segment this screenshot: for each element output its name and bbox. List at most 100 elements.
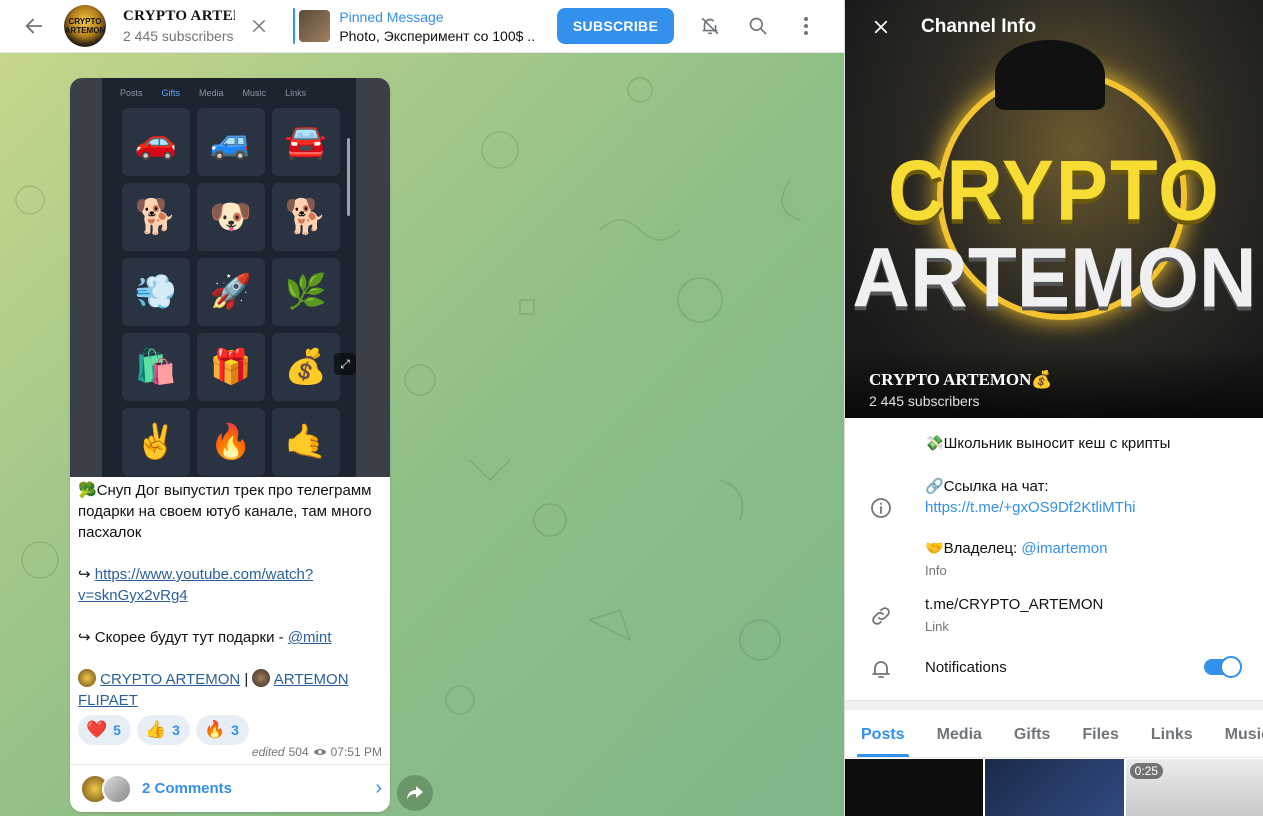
close-icon <box>253 20 265 32</box>
phone-tab: Media <box>199 88 224 98</box>
cover-subscribers: 2 445 subscribers <box>869 393 980 409</box>
rocket-gift-icon: 🚀 <box>197 258 265 326</box>
channel-title: CRYPTO ARTEMON <box>123 8 235 24</box>
tab-files[interactable]: Files <box>1066 711 1134 757</box>
pinned-message[interactable]: Pinned Message Photo, Эксперимент со 100… <box>293 8 535 44</box>
video-duration: 0:25 <box>1129 763 1164 779</box>
commenter-avatar <box>102 773 132 804</box>
message-paragraph: ↪ Скорее будут тут подарки - @mint <box>78 627 384 648</box>
dog-gift-icon: 🐕 <box>272 183 340 251</box>
screenshot-phone: Posts Gifts Media Music Links 🚗 🚙 🚘 🐕 🐶 … <box>102 78 356 477</box>
share-arrow-icon: ↪ <box>78 566 91 583</box>
reaction-heart[interactable]: ❤️ 5 <box>78 715 131 745</box>
gift-grid: 🚗 🚙 🚘 🐕 🐶 🐕 💨 🚀 🌿 🛍️ 🎁 💰 ✌️ 🔥 🤙 <box>122 108 340 476</box>
mute-button[interactable] <box>690 6 730 46</box>
expand-icon[interactable]: ⤢ <box>334 353 356 375</box>
youtube-link[interactable]: https://www.youtube.com/watch?v=sknGyx2v… <box>78 566 313 604</box>
reaction-thumbs-up[interactable]: 👍 3 <box>136 715 190 745</box>
comment-avatars <box>80 773 132 804</box>
post-thumbnail[interactable] <box>985 759 1124 816</box>
dog-gift-icon: 🐶 <box>197 183 265 251</box>
close-pinned-button[interactable] <box>239 6 279 46</box>
dog-gift-icon: 🐕 <box>122 183 190 251</box>
bag-gift-icon: 🎁 <box>197 333 265 401</box>
owner-label: 🤝Владелец: <box>925 540 1022 557</box>
phone-tab: Music <box>242 88 267 98</box>
phone-tab: Gifts <box>161 88 181 98</box>
subscribe-button[interactable]: SUBSCRIBE <box>557 8 674 44</box>
reaction-fire[interactable]: 🔥 3 <box>195 715 249 745</box>
comments-button[interactable]: 2 Comments › <box>70 764 390 812</box>
panel-header: Channel Info <box>845 0 1263 53</box>
mint-mention-link[interactable]: @mint <box>288 629 332 646</box>
cover-text-crypto: CRYPTO <box>888 141 1221 239</box>
edited-label: edited <box>251 745 285 759</box>
message-meta: edited 504 07:51 PM <box>252 745 382 759</box>
shared-media-tabs: Posts Media Gifts Files Links Music <box>845 711 1263 758</box>
reaction-count: 5 <box>113 722 121 738</box>
post-thumbnail[interactable] <box>845 759 984 816</box>
comments-label: 2 Comments <box>142 780 233 797</box>
fire-icon: 🔥 <box>203 720 226 739</box>
cover-text-artemon: ARTEMON <box>852 230 1257 325</box>
message-bubble: Posts Gifts Media Music Links 🚗 🚙 🚘 🐕 🐶 … <box>70 78 390 812</box>
message-line1: Снуп Дог выпустил трек про телеграмм под… <box>78 482 372 541</box>
post-thumbnail[interactable]: 0:25 <box>1125 759 1263 816</box>
message-line3: Скорее будут тут подарки - <box>94 629 288 646</box>
notifications-toggle[interactable] <box>1204 656 1242 678</box>
channel-link: t.me/CRYPTO_ARTEMON <box>925 596 1104 613</box>
more-button[interactable] <box>786 6 826 46</box>
smoke-gift-icon: 💨 <box>122 258 190 326</box>
chat-invite-link[interactable]: https://t.me/+gxOS9Df2KtliMThi <box>925 497 1136 518</box>
owner-handle-link[interactable]: @imartemon <box>1021 540 1107 557</box>
channel-info[interactable]: CRYPTO ARTEMON 2 445 subscribers <box>123 8 235 44</box>
close-panel-button[interactable] <box>861 7 901 47</box>
avatar-logo-text: CRYPTO ARTEMON <box>64 17 106 35</box>
search-icon <box>749 17 767 35</box>
footer-separator: | <box>240 671 253 688</box>
search-button[interactable] <box>738 6 778 46</box>
channel-mini-avatar <box>78 669 96 687</box>
reactions: ❤️ 5 👍 3 🔥 3 <box>78 715 249 745</box>
view-count: 504 <box>288 745 309 759</box>
phone-tab: Posts <box>120 88 143 98</box>
hand-gift-icon: 🤙 <box>272 408 340 476</box>
tab-music[interactable]: Music <box>1209 711 1263 757</box>
description-text: 💸Школьник выносит кеш с крипты <box>925 435 1171 452</box>
pinned-indicator <box>293 8 295 44</box>
car-gift-icon: 🚘 <box>272 108 340 176</box>
tab-media[interactable]: Media <box>921 711 998 757</box>
cover-channel-name: CRYPTO ARTEMON💰 <box>869 370 1053 389</box>
tab-links[interactable]: Links <box>1135 711 1209 757</box>
bell-icon <box>869 657 893 686</box>
hand-gift-icon: 🔥 <box>197 408 265 476</box>
weed-emoji-icon: 🥦 <box>78 482 97 499</box>
message-photo[interactable]: Posts Gifts Media Music Links 🚗 🚙 🚘 🐕 🐶 … <box>70 78 390 477</box>
arrow-left-icon <box>25 18 43 34</box>
chat-link-label: 🔗Ссылка на чат: <box>925 478 1049 495</box>
info-caption: Info <box>925 563 947 578</box>
forward-button[interactable] <box>397 775 433 811</box>
tab-gifts[interactable]: Gifts <box>998 711 1066 757</box>
post-thumbnails: 0:25 <box>845 759 1263 816</box>
pinned-title: Pinned Message <box>339 8 444 25</box>
crypto-artemon-link[interactable]: CRYPTO ARTEMON <box>100 671 240 688</box>
chat-area: CRYPTOARTEMON CRYPTO ARTEMON 2 445 subsc… <box>0 0 844 816</box>
link-caption: Link <box>925 619 949 634</box>
channel-avatar[interactable]: CRYPTO ARTEMON <box>64 5 106 47</box>
tab-posts[interactable]: Posts <box>845 711 921 757</box>
phone-scrollbar <box>347 138 350 216</box>
eye-icon <box>313 749 326 755</box>
channel-cover-image: CRYPTO ARTEMON Channel Info CRYPTO ARTEM… <box>845 0 1263 418</box>
share-arrow-icon: ↪ <box>78 629 91 646</box>
bag-gift-icon: 🛍️ <box>122 333 190 401</box>
more-vertical-icon <box>804 17 808 35</box>
chevron-right-icon: › <box>375 777 382 799</box>
back-button[interactable] <box>14 6 54 46</box>
section-divider <box>845 700 1263 710</box>
heart-icon: ❤️ <box>86 720 108 739</box>
channel-info-panel: CRYPTO ARTEMON Channel Info CRYPTO ARTEM… <box>844 0 1263 816</box>
thumbs-up-icon: 👍 <box>144 720 167 739</box>
car-gift-icon: 🚙 <box>197 108 265 176</box>
reaction-count: 3 <box>172 722 180 738</box>
